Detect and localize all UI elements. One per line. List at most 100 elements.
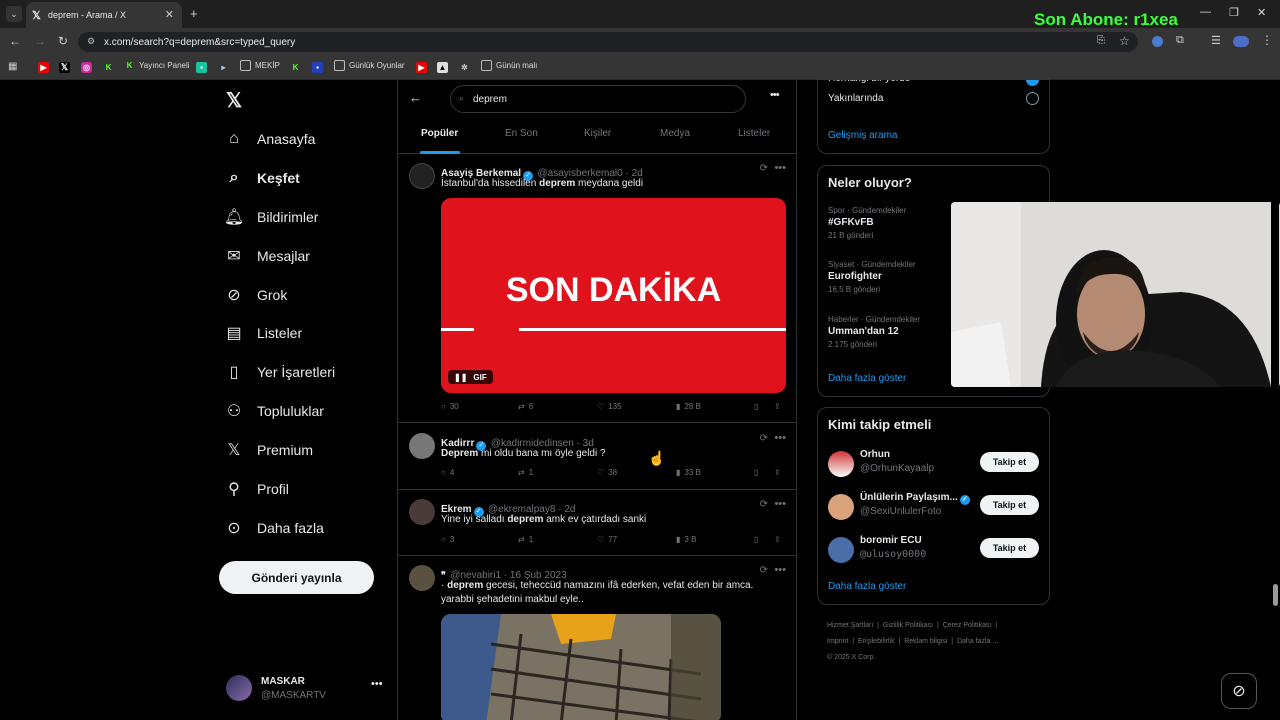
reply-button[interactable]: ○ 30	[441, 402, 459, 411]
suggested-user-name[interactable]: boromir ECU	[860, 535, 922, 546]
install-icon[interactable]: ⎘	[1097, 35, 1105, 46]
nav-item-yer-i-şaretleri[interactable]: ▯ Yer İşaretleri	[225, 357, 335, 387]
footer-link[interactable]: Imprint	[827, 638, 848, 645]
show-more-follow-link[interactable]: Daha fazla göster	[828, 581, 906, 592]
pause-icon[interactable]: ❚❚	[454, 373, 467, 382]
tab-search-icon[interactable]: ⌄	[6, 6, 22, 22]
gif-badge[interactable]: ❚❚ GIF	[448, 370, 493, 384]
avatar[interactable]	[409, 499, 435, 525]
menu-kebab-icon[interactable]: ⋮	[1261, 33, 1273, 47]
extension-icon[interactable]	[1152, 36, 1163, 47]
views-button[interactable]: ▮ 3 B	[676, 535, 696, 544]
post-button[interactable]: Gönderi yayınla	[219, 561, 374, 594]
nav-item-premium[interactable]: 𝕏 Premium	[225, 435, 313, 465]
maximize-icon[interactable]: ❐	[1229, 6, 1239, 19]
share-icon[interactable]: ⇪	[774, 402, 781, 411]
like-button[interactable]: ♡ 38	[597, 468, 617, 477]
avatar[interactable]	[828, 537, 854, 563]
footer-link[interactable]: Çerez Politikası	[943, 622, 992, 629]
account-switcher[interactable]: MASKAR @MASKARTV •••	[226, 672, 386, 706]
repost-button[interactable]: ⇄ 1	[518, 468, 533, 477]
nav-item-keşfet[interactable]: ⌕ Keşfet	[225, 163, 300, 193]
more-dots-icon[interactable]: •••	[770, 89, 780, 101]
tweet-card[interactable]: Kadirrr ✓ @kadirmidedinsen · 3d ⟳ ••• Dep…	[398, 424, 796, 490]
tweet-gif-media[interactable]: SON DAKİKA ❚❚ GIF	[441, 198, 786, 393]
tweet-card[interactable]: Ekrem ✓ @ekremalpay8 · 2d ⟳ ••• Yine iyi …	[398, 491, 796, 556]
footer-link[interactable]: Hizmet Şartları	[827, 622, 873, 629]
grok-icon[interactable]: ⟳	[760, 163, 768, 174]
nav-item-mesajlar[interactable]: ✉ Mesajlar	[225, 241, 310, 271]
nav-item-daha-fazla[interactable]: ⊙ Daha fazla	[225, 513, 324, 543]
address-bar[interactable]: ⚙ x.com/search?q=deprem&src=typed_query	[78, 32, 1138, 52]
repost-button[interactable]: ⇄ 6	[518, 402, 533, 411]
tweet-card[interactable]: ❞ @nevabiri1 · 16 Şub 2023 ⟳ ••• · depre…	[398, 557, 796, 720]
bookmark-yayinci-paneli[interactable]: K Yayıncı Paneli	[124, 60, 190, 71]
views-button[interactable]: ▮ 28 B	[676, 402, 701, 411]
more-dots-icon[interactable]: •••	[774, 564, 786, 576]
trend-item[interactable]: Spor · Gündemdekiler #GFKvFB 21 B gönder…	[828, 206, 906, 240]
more-dots-icon[interactable]: •••	[371, 678, 383, 690]
radio-unselected[interactable]	[1026, 92, 1039, 105]
footer-link[interactable]: Gizlilik Politikası	[883, 622, 933, 629]
nav-item-bildirimler[interactable]: 🔔︎ Bildirimler	[224, 202, 319, 232]
prime-icon[interactable]: ▸	[218, 62, 229, 73]
avatar[interactable]	[828, 494, 854, 520]
like-button[interactable]: ♡ 77	[597, 535, 617, 544]
follow-button[interactable]: Takip et	[980, 495, 1039, 515]
nav-item-listeler[interactable]: ▤ Listeler	[225, 318, 302, 348]
apps-grid-icon[interactable]: ▦	[8, 61, 17, 72]
follow-button[interactable]: Takip et	[980, 538, 1039, 558]
trend-item[interactable]: Siyaset · Gündemdekiler Eurofighter 16,5…	[828, 260, 916, 294]
nav-item-profil[interactable]: ⚲ Profil	[225, 474, 289, 504]
trend-item[interactable]: Haberler · Gündemdekiler Umman'dan 12 2.…	[828, 315, 920, 349]
repost-button[interactable]: ⇄ 1	[518, 535, 533, 544]
footer-link[interactable]: Daha fazla ...	[957, 638, 998, 645]
footer-link[interactable]: Reklam bilgisi	[904, 638, 947, 645]
minimize-icon[interactable]: —	[1200, 6, 1211, 18]
app-icon[interactable]: ▪	[196, 62, 207, 73]
window-close-icon[interactable]: ✕	[1257, 6, 1266, 19]
grok-icon[interactable]: ⟳	[760, 433, 768, 444]
site-info-icon[interactable]: ⚙	[87, 36, 95, 47]
new-tab-icon[interactable]: +	[190, 6, 198, 21]
x-bookmark-icon[interactable]: 𝕏	[59, 62, 70, 73]
youtube-icon[interactable]: ▶	[416, 62, 427, 73]
advanced-search-link[interactable]: Gelişmiş arama	[828, 130, 897, 141]
follow-button[interactable]: Takip et	[980, 452, 1039, 472]
tweet-image[interactable]	[441, 614, 721, 720]
tab-en-son[interactable]: En Son	[505, 128, 538, 139]
tab-listeler[interactable]: Listeler	[738, 128, 770, 139]
suggested-user-handle[interactable]: @OrhunKayaalp	[860, 463, 934, 474]
like-button[interactable]: ♡ 135	[597, 402, 622, 411]
scrollbar-thumb[interactable]	[1273, 584, 1278, 606]
profile-avatar-icon[interactable]	[1233, 36, 1249, 47]
bookmark-icon[interactable]: ▯	[754, 402, 758, 411]
suggested-user-name[interactable]: Orhun	[860, 449, 890, 460]
star-icon[interactable]: ☆	[1119, 34, 1130, 48]
puzzle-icon[interactable]: ⧉	[1176, 34, 1184, 47]
forward-icon[interactable]: →	[34, 34, 46, 48]
more-dots-icon[interactable]: •••	[774, 432, 786, 444]
back-icon[interactable]: ←	[9, 34, 21, 48]
page-scrollbar[interactable]	[1271, 80, 1279, 720]
tab-close-icon[interactable]: ✕	[165, 8, 174, 21]
bookmark-mekip[interactable]: MEKİP	[240, 60, 280, 71]
nav-item-topluluklar[interactable]: ⚇ Topluluklar	[225, 396, 324, 426]
tab-medya[interactable]: Medya	[660, 128, 690, 139]
more-dots-icon[interactable]: •••	[774, 498, 786, 510]
share-icon[interactable]: ⇪	[774, 468, 781, 477]
avatar[interactable]	[409, 433, 435, 459]
show-more-trends-link[interactable]: Daha fazla göster	[828, 373, 906, 384]
bookmark-gunun-mali[interactable]: Günün malı	[481, 60, 537, 71]
share-icon[interactable]: ⇪	[774, 535, 781, 544]
suggested-user-handle[interactable]: @SexiUnlulerFoto	[860, 506, 941, 517]
nav-item-grok[interactable]: ⊘ Grok	[225, 280, 287, 310]
youtube-icon[interactable]: ▶	[38, 62, 49, 73]
kick-icon[interactable]: K	[290, 62, 301, 73]
avatar[interactable]	[409, 163, 435, 189]
tab-kisiler[interactable]: Kişiler	[584, 128, 611, 139]
bookmark-icon[interactable]: ▯	[754, 468, 758, 477]
bookmark-gunluk-oyunlar[interactable]: Günlük Oyunlar	[334, 60, 405, 71]
avatar[interactable]	[409, 565, 435, 591]
tweet-card[interactable]: Asayiş Berkemal ✓ @asayisberkemal0 · 2d ⟳…	[398, 155, 796, 423]
